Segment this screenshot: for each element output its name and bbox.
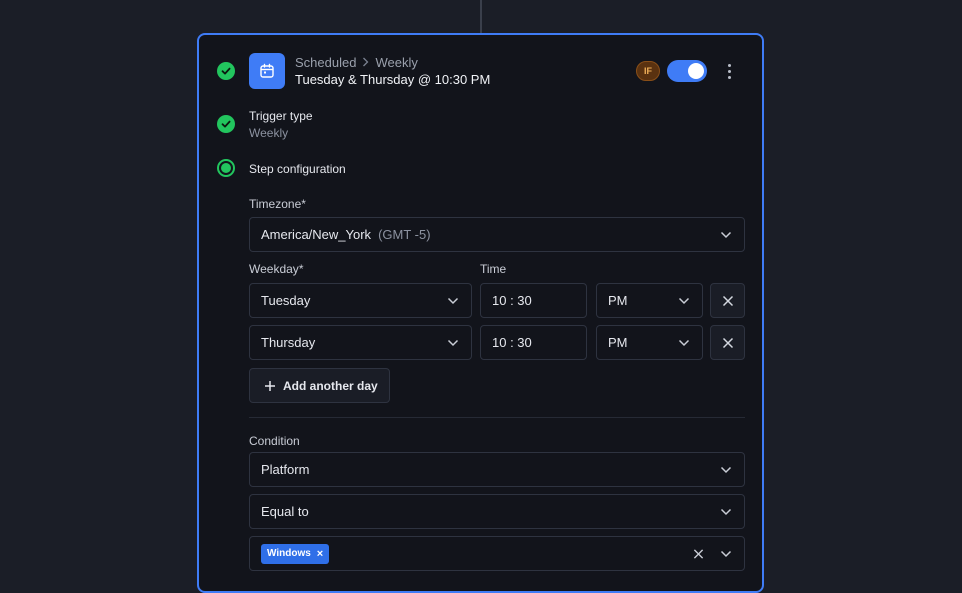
timezone-offset: (GMT -5)	[378, 227, 431, 242]
if-condition-badge: IF	[636, 61, 660, 81]
section-divider	[249, 417, 745, 418]
period-value: PM	[608, 293, 628, 308]
period-select[interactable]: PM	[596, 325, 703, 360]
toggle-knob	[688, 63, 704, 79]
chevron-down-icon	[678, 297, 690, 304]
condition-operator-select[interactable]: Equal to	[249, 494, 745, 529]
chevron-down-icon	[720, 508, 732, 515]
time-value: 10 : 30	[492, 293, 532, 308]
step-configuration-active-icon	[217, 159, 235, 177]
chevron-down-icon	[720, 231, 732, 238]
add-another-day-label: Add another day	[283, 378, 378, 393]
trigger-type-label: Trigger type	[249, 109, 313, 123]
remove-day-button[interactable]	[710, 325, 745, 360]
trigger-type-check-icon	[217, 115, 235, 133]
weekday-value: Tuesday	[261, 293, 311, 308]
close-icon	[722, 295, 733, 306]
chevron-right-icon	[362, 56, 369, 70]
period-value: PM	[608, 335, 628, 350]
weekday-label: Weekday*	[249, 262, 304, 276]
breadcrumb: Scheduled Weekly	[295, 55, 418, 70]
step-configuration-label: Step configuration	[249, 162, 346, 176]
condition-values-multiselect[interactable]: Windows ×	[249, 536, 745, 571]
flow-connector-line	[480, 0, 482, 33]
breadcrumb-weekly: Weekly	[375, 55, 418, 70]
weekday-select[interactable]: Tuesday	[249, 283, 472, 318]
chip-label: Windows	[267, 548, 311, 559]
more-options-icon[interactable]	[721, 61, 737, 81]
chevron-down-icon	[447, 339, 459, 346]
chevron-down-icon	[720, 466, 732, 473]
condition-field-select[interactable]: Platform	[249, 452, 745, 487]
remove-day-button[interactable]	[710, 283, 745, 318]
timezone-label: Timezone*	[249, 197, 306, 211]
breadcrumb-scheduled[interactable]: Scheduled	[295, 55, 356, 70]
value-chip-windows: Windows ×	[261, 543, 330, 564]
condition-operator-value: Equal to	[261, 504, 309, 519]
time-label: Time	[480, 262, 507, 276]
timezone-value: America/New_York	[261, 227, 372, 242]
time-input[interactable]: 10 : 30	[480, 325, 587, 360]
timezone-select[interactable]: America/New_York (GMT -5)	[249, 217, 745, 252]
schedule-title: Tuesday & Thursday @ 10:30 PM	[295, 72, 491, 87]
weekday-select[interactable]: Thursday	[249, 325, 472, 360]
condition-label: Condition	[249, 434, 300, 448]
clear-icon[interactable]	[693, 548, 704, 559]
trigger-step-card: Scheduled Weekly Tuesday & Thursday @ 10…	[197, 33, 764, 593]
step-complete-check-icon	[217, 62, 235, 80]
trigger-type-value: Weekly	[249, 126, 289, 140]
chevron-down-icon	[720, 550, 732, 557]
close-icon	[722, 337, 733, 348]
chevron-down-icon	[678, 339, 690, 346]
add-another-day-button[interactable]: Add another day	[249, 368, 390, 403]
chip-remove-icon[interactable]: ×	[317, 548, 323, 560]
calendar-icon	[249, 53, 285, 89]
time-value: 10 : 30	[492, 335, 532, 350]
time-input[interactable]: 10 : 30	[480, 283, 587, 318]
condition-field-value: Platform	[261, 462, 310, 477]
enable-toggle[interactable]	[667, 60, 707, 82]
period-select[interactable]: PM	[596, 283, 703, 318]
chevron-down-icon	[447, 297, 459, 304]
plus-icon	[265, 380, 275, 391]
weekday-value: Thursday	[261, 335, 316, 350]
